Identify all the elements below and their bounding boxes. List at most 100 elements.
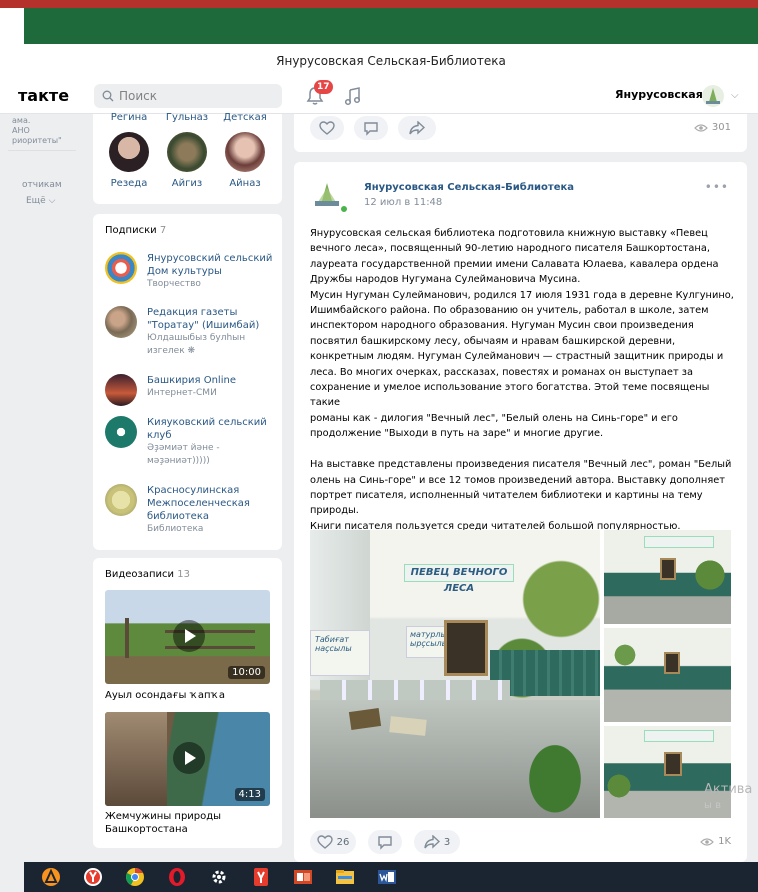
subscription-subtitle: Юлдашыбыз булһын изгелек ❋ [147,333,246,356]
previous-post-footer: 301 [294,114,747,152]
subscriptions-card: Подписки 7 Янурусовский сельский Дом кул… [93,214,282,550]
play-icon[interactable] [173,620,205,652]
comment-icon [378,835,392,850]
opera-icon[interactable] [166,866,188,888]
videos-count: 13 [177,569,190,580]
share-button[interactable] [398,116,436,140]
subscription-avatar [105,306,137,338]
videos-header[interactable]: Видеозаписи 13 [105,569,190,580]
more-options-icon[interactable]: ••• [705,180,729,194]
views-count: 301 [711,122,731,133]
subscription-item[interactable]: Янурусовский сельский Дом культуры Творч… [105,252,275,291]
profile-avatar[interactable] [702,85,724,107]
divider [8,150,76,151]
chevron-down-icon[interactable]: ⌵ [731,90,739,101]
heart-icon [319,121,335,135]
left-nav-more[interactable]: Ещё ⌵ [26,196,55,206]
yandex-icon[interactable] [250,866,272,888]
comment-icon [364,121,378,136]
word-icon[interactable] [376,866,398,888]
subscription-item[interactable]: Редакция газеты "Торатау" (Ишимбай) Юлда… [105,306,275,358]
comment-button[interactable] [354,116,388,140]
views-counter: 301 [694,122,731,133]
powerpoint-icon[interactable] [292,866,314,888]
subscriptions-title: Подписки [105,225,157,236]
subscription-name: Башкирия Online [147,375,236,386]
subscription-item[interactable]: Кияуковский сельский клуб Әҙәмиәт йәне -… [105,416,275,468]
subscription-subtitle: Библиотека [147,524,204,534]
friend-item[interactable]: Айгиз [157,132,217,189]
friend-name-cut[interactable]: Детская [215,112,275,123]
site-logo[interactable]: такте [18,86,69,105]
views-counter: 1K [700,836,731,847]
play-icon[interactable] [173,742,205,774]
post-photo-main[interactable]: ПЕВЕЦ ВЕЧНОГО ЛЕСА Табиғат наҫсылы матур… [310,530,600,818]
subscriptions-header[interactable]: Подписки 7 [105,225,166,236]
post-photo-thumb[interactable] [604,530,731,624]
video-title[interactable]: Ауыл осондағы ҡапҡа [105,689,270,702]
friend-name-cut[interactable]: Регина [99,112,159,123]
post-author-avatar[interactable] [310,178,344,212]
search-icon [102,90,114,102]
share-button[interactable]: 3 [414,830,460,854]
post-photo-thumb[interactable] [604,628,731,722]
subscription-item[interactable]: Красносулинская Межпоселенческая библиот… [105,484,275,536]
chevron-down-icon: ⌵ [48,196,56,206]
video-duration: 10:00 [228,666,265,679]
settings-gear-icon[interactable] [208,866,230,888]
taskbar [24,862,758,892]
friend-avatar [225,132,265,172]
friend-name: Резеда [110,178,148,189]
search-placeholder: Поиск [119,89,158,103]
post-date[interactable]: 12 июл в 11:48 [364,197,442,208]
friend-item[interactable]: Резеда [99,132,159,189]
video-thumbnail[interactable]: 4:13 [105,712,270,806]
eye-icon [700,837,714,846]
taskbar-left-margin [0,862,24,892]
videos-title: Видеозаписи [105,569,175,580]
like-button[interactable]: 26 [310,830,356,854]
friend-name: Айназ [229,178,261,189]
share-arrow-icon [424,835,440,849]
subscription-avatar [105,374,137,406]
profile-name[interactable]: Янурусовская [615,88,703,101]
window-left-margin [0,8,24,78]
comment-button[interactable] [368,830,402,854]
share-count: 3 [443,836,451,848]
avast-icon[interactable] [40,866,62,888]
portrait-frame [444,620,488,676]
friend-name-cut[interactable]: Гульназ [157,112,217,123]
search-input[interactable]: Поиск [94,84,282,108]
subscription-item[interactable]: Башкирия Online Интернет-СМИ [105,374,275,406]
subscription-avatar [105,416,137,448]
video-title[interactable]: Жемчужины природы Башкортостана [105,810,270,836]
activation-watermark-line2: ы в [704,800,721,811]
subscription-name: Красносулинская Межпоселенческая библиот… [147,485,250,522]
activation-watermark: Актива [704,782,753,797]
exhibition-sign-left: Табиғат наҫсылы [310,630,370,676]
like-button[interactable] [310,116,344,140]
left-nav-item[interactable]: отчикам [22,180,62,190]
video-thumbnail[interactable]: 10:00 [105,590,270,684]
site-header: такте Поиск 17 Янурусовская ⌵ [0,78,758,114]
left-nav-fragment-line: ама. [12,116,31,125]
chrome-icon[interactable] [124,866,146,888]
music-button[interactable] [344,86,362,109]
friend-avatar [109,132,149,172]
online-indicator [340,205,348,213]
left-nav-fragment-line: АНО [12,126,30,135]
subscription-subtitle: Интернет-СМИ [147,388,217,398]
subscriptions-count: 7 [159,225,167,236]
file-explorer-icon[interactable] [334,866,356,888]
window-top-band-green [24,8,758,44]
friend-name: Айгиз [171,178,203,189]
friend-item[interactable]: Айназ [215,132,275,189]
yandex-browser-icon[interactable] [82,866,104,888]
left-nav-fragment: ама. АНО риоритеты" [12,116,62,146]
music-note-icon [344,87,361,106]
post-author-name[interactable]: Янурусовская Сельская-Библиотека [364,182,574,193]
views-count: 1K [718,836,731,847]
notifications-badge: 17 [314,80,333,94]
left-nav-fragment-line: риоритеты" [12,136,62,145]
subscription-name: Янурусовский сельский Дом культуры [147,253,273,277]
